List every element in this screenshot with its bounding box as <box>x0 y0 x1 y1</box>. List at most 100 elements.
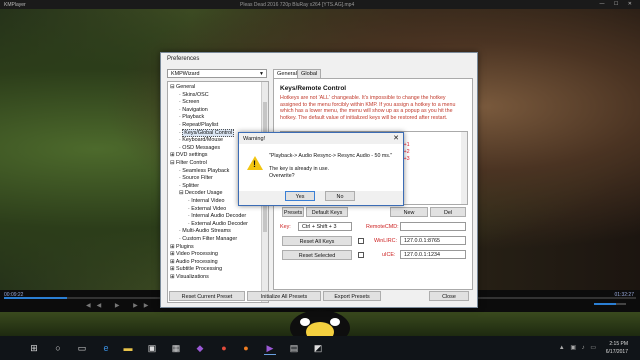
keys-description: Hotkeys are not 'ALL' changeable. It's i… <box>280 95 456 121</box>
tree-item[interactable]: · Seamless Playback <box>179 168 229 175</box>
key-label: Key: <box>280 224 291 230</box>
tree-item[interactable]: ⊟ General <box>170 84 195 91</box>
tree-item[interactable]: · External Audio Decoder <box>188 221 248 228</box>
tree-item-label: External Audio Decoder <box>191 220 248 227</box>
warning-title: Warning! <box>243 136 266 142</box>
seek-progress <box>4 297 68 299</box>
tree-item[interactable]: ⊟ Decoder Usage <box>179 190 222 197</box>
yes-button[interactable]: Yes <box>285 191 315 201</box>
uice-field[interactable]: 127.0.0.1:1234 <box>400 250 466 259</box>
warning-message-question: Overwrite? <box>269 173 295 179</box>
initialize-all-presets-button[interactable]: Initialize All Presets <box>247 291 321 301</box>
winlirc-checkbox[interactable] <box>358 238 364 244</box>
reset-all-keys-button[interactable]: Reset All Keys <box>282 236 352 246</box>
clock-date: 6/17/2017 <box>605 349 628 355</box>
winlirc-field[interactable]: 127.0.0.1:8765 <box>400 236 466 245</box>
search-icon[interactable]: ○ <box>52 342 64 354</box>
warning-dialog: Warning! ✕ ! "Playback-> Audio Resync-> … <box>238 132 404 206</box>
tree-item-label: Splitter <box>182 182 200 189</box>
tree-item[interactable]: · Internal Audio Decoder <box>188 213 246 220</box>
visual-studio-icon[interactable]: ◆ <box>194 342 206 354</box>
tree-item[interactable]: · Playback <box>179 114 204 121</box>
window-controls[interactable]: — ☐ ✕ <box>600 1 636 7</box>
tree-item-label: Internal Video <box>191 198 225 204</box>
close-button[interactable]: Close <box>429 291 469 301</box>
tree-item-label: Skins/OSC <box>182 91 209 98</box>
warning-icon: ! <box>247 156 263 170</box>
tree-item-label: General <box>176 84 196 90</box>
player-titlebar: KMPlayer Pleas Dead 2016 720p BluRay x26… <box>0 0 640 9</box>
tree-item[interactable]: · Screen <box>179 99 199 106</box>
playback-buttons[interactable]: ◀◀ ▶ ▶▶ <box>86 302 154 309</box>
presets-button[interactable]: Presets <box>282 207 304 217</box>
tree-item[interactable]: · OSD Messages <box>179 145 220 152</box>
key-field[interactable]: Ctrl + Shift + 3 <box>298 222 352 231</box>
chrome-icon[interactable]: ● <box>218 342 230 354</box>
tree-item-label: Keyboard/Mouse <box>182 137 224 144</box>
tree-item-label: Screen <box>182 99 200 106</box>
reset-current-preset-button[interactable]: Reset Current Preset <box>169 291 245 301</box>
preset-value: KMPWizard <box>171 71 200 77</box>
list-scrollbar[interactable] <box>461 132 467 204</box>
warning-message-action: "Playback-> Audio Resync-> Resync Audio … <box>269 153 393 159</box>
close-icon[interactable]: ✕ <box>393 134 399 142</box>
app-title: KMPlayer <box>4 2 26 8</box>
default-keys-button[interactable]: Default Keys <box>306 207 348 217</box>
tree-item[interactable]: · Multi-Audio Streams <box>179 228 231 235</box>
tree-item-label: Keys/Global Control <box>182 128 235 137</box>
media-icon[interactable]: ▤ <box>288 342 300 354</box>
tree-item[interactable]: · Source Filter <box>179 175 213 182</box>
reset-selected-button[interactable]: Reset Selected <box>282 250 352 260</box>
task-view-icon[interactable]: ▭ <box>76 342 88 354</box>
volume-slider[interactable] <box>594 303 626 305</box>
tree-item[interactable]: ⊞ DVD settings <box>170 152 207 159</box>
clock[interactable]: 2:15 PM 6/17/2017 <box>606 340 628 356</box>
tree-item[interactable]: · Keyboard/Mouse <box>179 137 223 144</box>
tree-item[interactable]: · Skins/OSC <box>179 92 209 99</box>
taskbar: ⊞ ○ ▭ e ▬ ▣ ▦ ◆ ● ● ▶ ▤ ◩ ▲ ▣ ♪ ▭ 2:15 P… <box>0 336 640 360</box>
tree-item[interactable]: ⊟ Filter Control <box>170 160 207 167</box>
tree-item[interactable]: · Keys/Global Control <box>179 128 235 137</box>
preferences-title: Preferences <box>167 56 200 62</box>
remote-cmd-label: RemoteCMD: <box>366 224 399 230</box>
edge-icon[interactable]: e <box>100 342 112 354</box>
tree-item-label: Plugins <box>176 243 194 250</box>
photos-icon[interactable]: ▦ <box>170 342 182 354</box>
kmplayer-icon[interactable]: ▶ <box>264 342 276 355</box>
tree-item-label: Playback <box>182 114 205 121</box>
uice-label: uICE: <box>382 252 396 258</box>
system-tray-icons[interactable]: ▲ ▣ ♪ ▭ <box>559 344 598 351</box>
tree-item[interactable]: · Splitter <box>179 183 199 190</box>
game-icon[interactable]: ◩ <box>312 342 324 354</box>
tree-item-label: Subtitle Processing <box>176 266 223 273</box>
chevron-down-icon: ▼ <box>259 71 264 77</box>
no-button[interactable]: No <box>325 191 355 201</box>
tree-item-label: Custom Filter Manager <box>182 236 238 242</box>
warning-message-inuse: The key is already in use. <box>269 166 330 172</box>
tree-item[interactable]: · External Video <box>188 206 226 213</box>
tree-item[interactable]: · Navigation <box>179 107 208 114</box>
tree-item[interactable]: ⊞ Audio Processing <box>170 259 218 266</box>
del-button[interactable]: Del <box>430 207 466 217</box>
file-explorer-icon[interactable]: ▬ <box>122 342 134 354</box>
uice-checkbox[interactable] <box>358 252 364 258</box>
tree-item-label: Video Processing <box>176 251 218 258</box>
keys-heading: Keys/Remote Control <box>280 85 347 92</box>
firefox-icon[interactable]: ● <box>240 342 252 354</box>
tree-item[interactable]: ⊞ Video Processing <box>170 251 218 258</box>
preset-select[interactable]: KMPWizard ▼ <box>167 69 267 78</box>
tree-item[interactable]: · Internal Video <box>188 198 224 205</box>
windows-start-icon[interactable]: ⊞ <box>28 342 40 354</box>
export-presets-button[interactable]: Export Presets <box>323 291 381 301</box>
tree-item-label: Visualizations <box>176 274 209 280</box>
new-button[interactable]: New <box>390 207 428 217</box>
tree-item[interactable]: ⊞ Subtitle Processing <box>170 266 222 273</box>
tree-item-label: Audio Processing <box>175 258 218 265</box>
remote-cmd-field[interactable] <box>400 222 466 231</box>
tree-item[interactable]: ⊞ Plugins <box>170 244 194 251</box>
tree-item[interactable]: ⊞ Visualizations <box>170 274 209 281</box>
tree-item[interactable]: · Repeat/Playlist <box>179 122 218 129</box>
volume-level <box>594 303 617 305</box>
tree-item[interactable]: · Custom Filter Manager <box>179 236 237 243</box>
store-icon[interactable]: ▣ <box>146 342 158 354</box>
